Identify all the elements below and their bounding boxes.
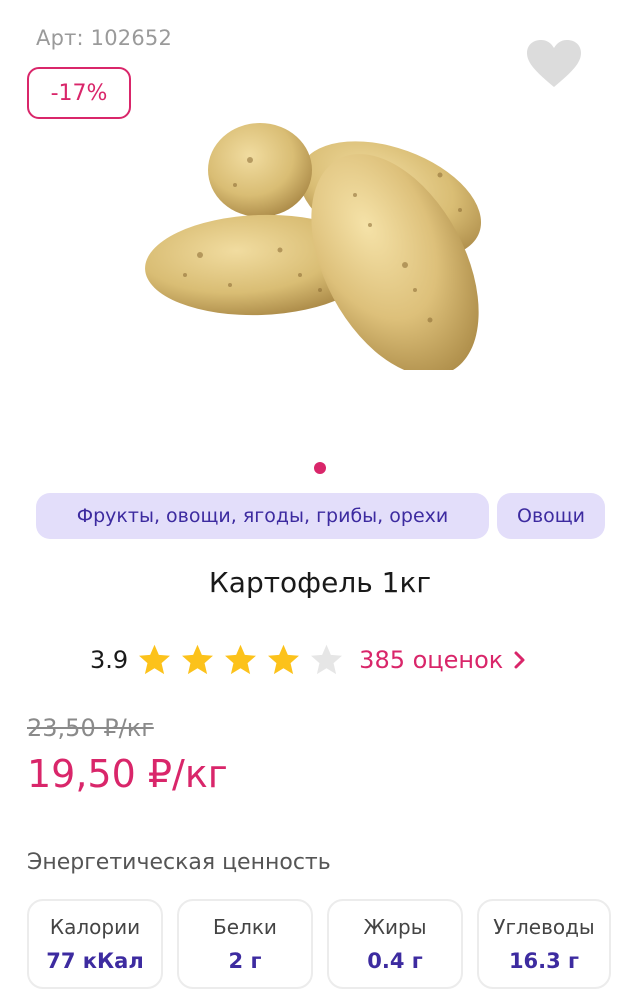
energy-label: Белки — [213, 915, 277, 939]
energy-card-carbs: Углеводы 16.3 г — [477, 899, 611, 989]
star-filled-icon — [268, 644, 300, 675]
energy-value: 16.3 г — [508, 949, 580, 973]
old-price: 23,50 ₽/кг — [27, 714, 154, 742]
energy-card-fat: Жиры 0.4 г — [327, 899, 463, 989]
gallery-dot-active[interactable] — [314, 462, 326, 474]
heart-icon — [527, 40, 581, 87]
star-empty-icon — [311, 644, 343, 675]
article-number: Арт: 102652 — [36, 26, 173, 50]
star-filled-icon — [225, 644, 257, 675]
star-filled-icon — [182, 644, 214, 675]
current-price: 19,50 ₽/кг — [27, 752, 228, 796]
rating-value: 3.9 — [90, 646, 129, 674]
chevron-right-icon — [514, 651, 525, 669]
potato-image — [145, 123, 482, 376]
reviews-label: 385 оценок — [359, 646, 504, 674]
energy-label: Калории — [49, 915, 141, 939]
gallery-dots — [0, 462, 640, 474]
category-tags: Фрукты, овощи, ягоды, грибы, орехи Овощи — [36, 493, 605, 539]
energy-value: 77 кКал — [46, 949, 144, 973]
energy-label: Углеводы — [493, 915, 595, 939]
discount-badge: -17% — [27, 67, 131, 119]
star-filled-icon — [139, 644, 171, 675]
reviews-link[interactable]: 385 оценок — [359, 646, 527, 674]
rating-row: 3.9 385 оценок — [90, 640, 527, 680]
product-title: Картофель 1кг — [208, 566, 432, 599]
energy-cards: Калории 77 кКал Белки 2 г Жиры 0.4 г Угл… — [27, 899, 611, 989]
product-page: Арт: 102652 -17% Фрукты, овощи, ягоды, г… — [0, 0, 640, 1002]
rating-stars — [136, 642, 345, 678]
energy-card-calories: Калории 77 кКал — [27, 899, 163, 989]
favorite-button[interactable] — [524, 36, 584, 92]
energy-value: 2 г — [228, 949, 262, 973]
energy-value: 0.4 г — [367, 949, 423, 973]
product-image[interactable] — [140, 115, 500, 376]
energy-label: Жиры — [363, 915, 427, 939]
energy-title: Энергетическая ценность — [27, 850, 331, 875]
energy-card-protein: Белки 2 г — [177, 899, 313, 989]
tag-vegetables[interactable]: Овощи — [497, 493, 605, 539]
tag-fruits-vegetables[interactable]: Фрукты, овощи, ягоды, грибы, орехи — [36, 493, 489, 539]
